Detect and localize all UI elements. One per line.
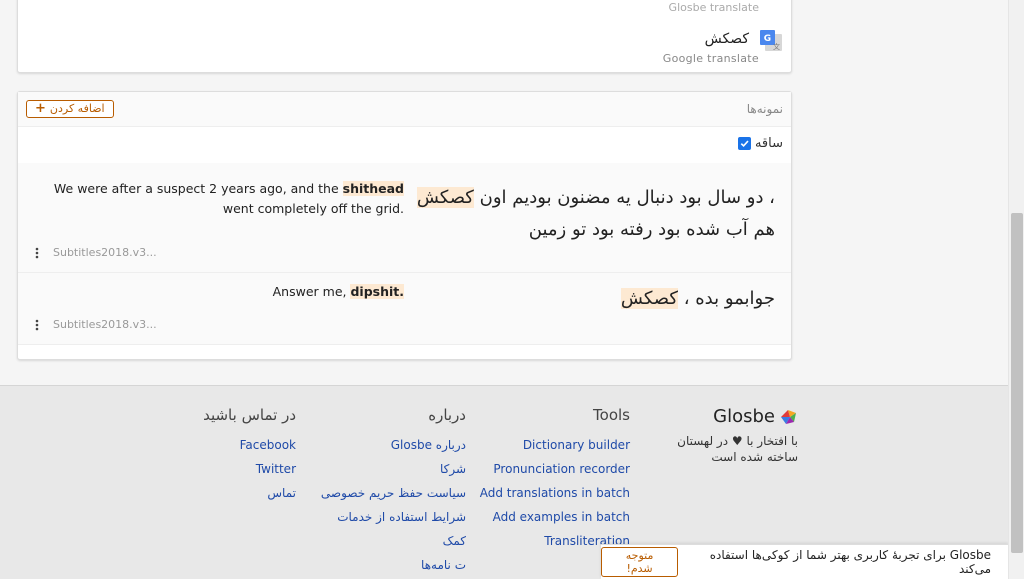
example-persian: ، دو سال بود دنبال یه مضنون بودیم اون کص…: [415, 182, 775, 246]
terms-of-service-link[interactable]: شرایط استفاده از خدمات: [321, 505, 466, 529]
example-source: Subtitles2018.v3...: [53, 318, 157, 331]
heart-icon: ♥: [731, 434, 743, 448]
translation-source: Google translate: [662, 52, 759, 65]
example-source: Subtitles2018.v3...: [53, 246, 157, 259]
more-options-icon[interactable]: [35, 247, 39, 259]
more-options-icon[interactable]: [35, 319, 39, 331]
about-glosbe-link[interactable]: درباره Glosbe: [321, 433, 466, 457]
example-persian-text: جوابمو بده ،: [683, 288, 775, 309]
translation-card: Glosbe translate کصکش Google translate G…: [17, 0, 792, 73]
svg-text:文: 文: [773, 42, 780, 51]
pronunciation-recorder-link[interactable]: Pronunciation recorder: [480, 457, 630, 481]
plus-icon: +: [35, 101, 46, 116]
add-example-button[interactable]: + اضافه کردن: [26, 100, 114, 118]
glosbe-logo[interactable]: Glosbe: [648, 406, 798, 427]
add-translations-batch-link[interactable]: Add translations in batch: [480, 481, 630, 505]
dictionaries-link[interactable]: ت نامه‌ها: [321, 553, 466, 577]
google-translate-icon: G 文: [760, 30, 782, 51]
made-in-note: با افتخار با ♥ در لهستان ساخته شده است: [648, 433, 798, 465]
dictionary-builder-link[interactable]: Dictionary builder: [480, 433, 630, 457]
check-icon: [740, 140, 749, 148]
scrollbar-thumb[interactable]: [1011, 213, 1023, 553]
page: Glosbe translate کصکش Google translate G…: [0, 0, 1008, 579]
examples-title: نمونه‌ها: [746, 102, 783, 116]
contact-link[interactable]: تماس: [203, 481, 296, 505]
tools-title: Tools: [593, 406, 630, 424]
footer-contact: در تماس باشید Facebook Twitter تماس: [203, 406, 296, 505]
privacy-policy-link[interactable]: سیاست حفظ حریم خصوصی: [321, 481, 466, 505]
example-row: ، دو سال بود دنبال یه مضنون بودیم اون کص…: [18, 163, 791, 273]
example-english-text-end: went completely off the grid.: [222, 201, 404, 216]
example-english-highlight: dipshit.: [350, 284, 404, 299]
contact-title: در تماس باشید: [203, 406, 296, 424]
examples-header: نمونه‌ها + اضافه کردن: [18, 92, 791, 127]
example-row: جوابمو بده ، کصکش Answer me, dipshit. Su…: [18, 273, 791, 345]
example-english-text: Answer me,: [272, 284, 347, 299]
cookie-banner: Glosbe برای تجربهٔ کاربری بهتر شما از کو…: [601, 544, 1008, 579]
example-persian-text-end: هم آب شده بود رفته بود تو زمین: [528, 219, 775, 240]
example-persian: جوابمو بده ، کصکش: [475, 283, 775, 315]
cookie-accept-button[interactable]: متوجه شدم!: [601, 547, 679, 577]
example-english-text: We were after a suspect 2 years ago, and…: [53, 181, 339, 196]
stem-filter-label: ساقه: [754, 136, 783, 151]
footer-brand: Glosbe با افتخار با ♥ در لهستان ساخته شد…: [648, 406, 798, 465]
footer-tools: Tools Dictionary builder Pronunciation r…: [480, 406, 630, 553]
example-english-highlight: shithead: [342, 181, 404, 196]
scrollbar[interactable]: [1008, 0, 1024, 579]
about-title: درباره: [428, 406, 466, 424]
example-english: We were after a suspect 2 years ago, and…: [34, 179, 404, 219]
add-example-label: اضافه کردن: [49, 102, 105, 115]
faded-source-label: Glosbe translate: [668, 1, 759, 14]
example-english: Answer me, dipshit.: [34, 282, 404, 302]
made-prefix: با افتخار با: [746, 434, 798, 448]
stem-filter[interactable]: ساقه: [737, 136, 783, 151]
example-persian-highlight: کصکش: [620, 288, 678, 309]
svg-text:G: G: [764, 34, 771, 44]
filter-row: ساقه: [18, 127, 791, 162]
twitter-link[interactable]: Twitter: [203, 457, 296, 481]
footer-about: درباره درباره Glosbe شرکا سیاست حفظ حریم…: [321, 406, 466, 577]
translation-word[interactable]: کصکش: [705, 31, 749, 47]
example-persian-highlight: کصکش: [416, 187, 474, 208]
facebook-link[interactable]: Facebook: [203, 433, 296, 457]
add-examples-batch-link[interactable]: Add examples in batch: [480, 505, 630, 529]
examples-card: نمونه‌ها + اضافه کردن ساقه ، دو سال بود …: [17, 91, 792, 360]
help-link[interactable]: کمک: [321, 529, 466, 553]
brand-name: Glosbe: [713, 406, 775, 427]
cookie-text: Glosbe برای تجربهٔ کاربری بهتر شما از کو…: [709, 548, 991, 576]
partners-link[interactable]: شرکا: [321, 457, 466, 481]
stem-checkbox[interactable]: [737, 137, 751, 150]
glosbe-bird-icon: [781, 409, 796, 424]
example-persian-text: ، دو سال بود دنبال یه مضنون بودیم اون: [479, 187, 775, 208]
